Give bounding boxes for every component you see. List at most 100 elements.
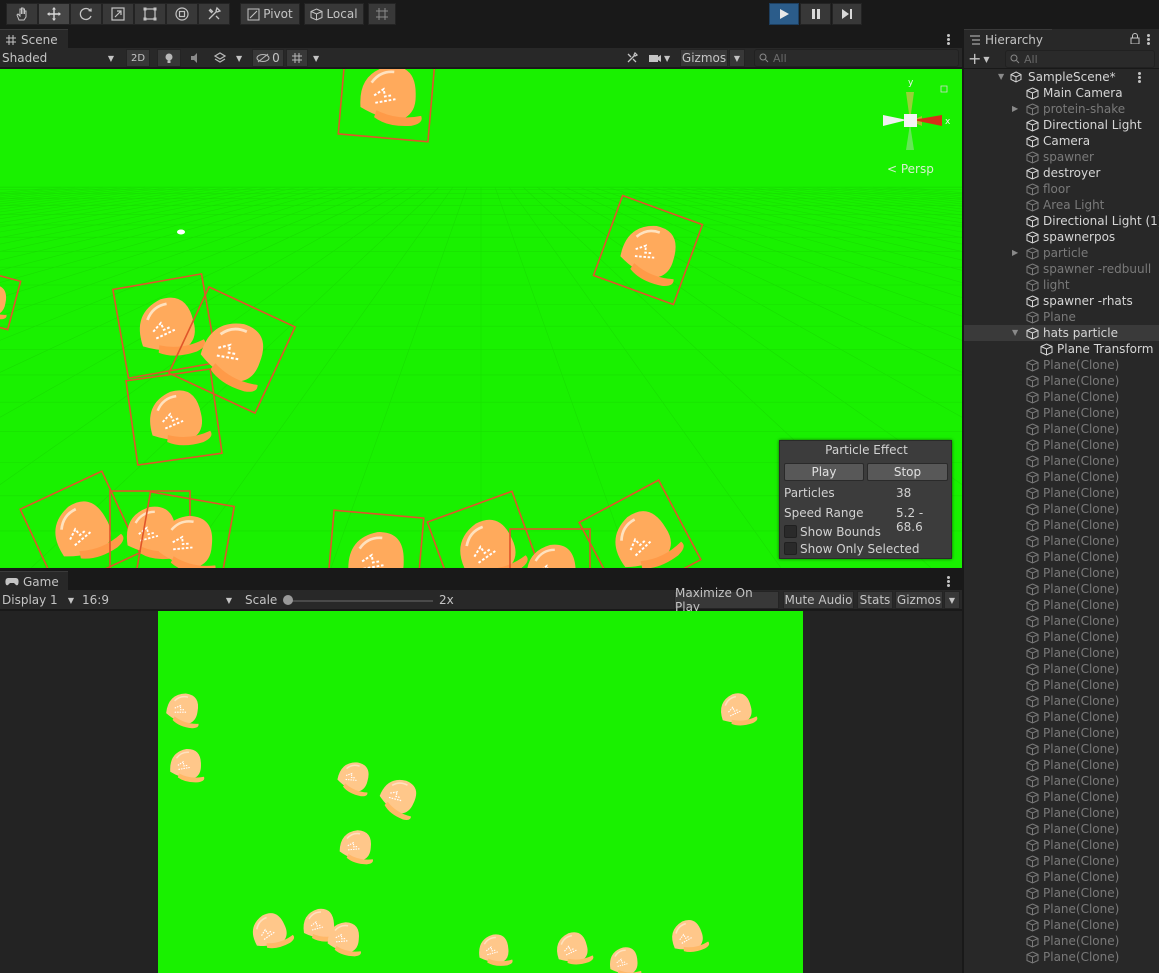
hierarchy-row[interactable]: Plane(Clone) bbox=[964, 949, 1159, 965]
hierarchy-row[interactable]: floor bbox=[964, 181, 1159, 197]
hierarchy-row[interactable]: Plane(Clone) bbox=[964, 821, 1159, 837]
hierarchy-row[interactable]: Plane(Clone) bbox=[964, 853, 1159, 869]
hierarchy-row[interactable]: Plane(Clone) bbox=[964, 405, 1159, 421]
hierarchy-row[interactable]: Plane(Clone) bbox=[964, 741, 1159, 757]
tab-scene[interactable]: Scene bbox=[0, 29, 68, 49]
collapsed-arrow-icon[interactable]: ▶ bbox=[1012, 104, 1018, 113]
effects-toggle[interactable] bbox=[209, 49, 231, 67]
camera-dropdown[interactable]: ▼ bbox=[648, 49, 678, 67]
hierarchy-search-input[interactable]: All bbox=[1005, 50, 1155, 68]
hierarchy-row[interactable]: Plane(Clone) bbox=[964, 933, 1159, 949]
hierarchy-row[interactable]: Plane(Clone) bbox=[964, 565, 1159, 581]
hierarchy-row[interactable]: Plane bbox=[964, 309, 1159, 325]
mode-2d-toggle[interactable]: 2D bbox=[126, 49, 150, 67]
hierarchy-row[interactable]: Plane(Clone) bbox=[964, 693, 1159, 709]
hierarchy-row[interactable]: ▼ hats particle bbox=[964, 325, 1159, 341]
scene-root-row[interactable]: ▼ SampleScene* bbox=[964, 69, 1159, 85]
particle-stop-button[interactable]: Stop bbox=[867, 463, 948, 481]
maximize-on-play-toggle[interactable]: Maximize On Play bbox=[674, 586, 779, 614]
pause-button[interactable] bbox=[800, 3, 831, 25]
collapsed-arrow-icon[interactable]: ▶ bbox=[1012, 248, 1018, 257]
move-tool-button[interactable] bbox=[38, 3, 70, 25]
hierarchy-row[interactable]: Camera bbox=[964, 133, 1159, 149]
hierarchy-row[interactable]: Plane(Clone) bbox=[964, 805, 1159, 821]
hierarchy-row[interactable]: Plane(Clone) bbox=[964, 597, 1159, 613]
hierarchy-row[interactable]: Plane(Clone) bbox=[964, 901, 1159, 917]
rotate-tool-button[interactable] bbox=[70, 3, 102, 25]
hierarchy-row[interactable]: Plane(Clone) bbox=[964, 725, 1159, 741]
grid-toggle[interactable] bbox=[286, 49, 308, 67]
hierarchy-row[interactable]: Plane(Clone) bbox=[964, 645, 1159, 661]
hierarchy-row[interactable]: Plane(Clone) bbox=[964, 469, 1159, 485]
scale-tool-button[interactable] bbox=[102, 3, 134, 25]
scene-visibility-toggle[interactable]: 0 bbox=[252, 49, 284, 67]
hierarchy-row[interactable]: Area Light bbox=[964, 197, 1159, 213]
hierarchy-row[interactable]: spawner bbox=[964, 149, 1159, 165]
shading-mode-dropdown[interactable]: Shaded ▼ bbox=[2, 49, 118, 67]
game-viewport[interactable] bbox=[158, 611, 803, 973]
hierarchy-row[interactable]: ▶ protein-shake bbox=[964, 101, 1159, 117]
hierarchy-row[interactable]: Plane(Clone) bbox=[964, 789, 1159, 805]
particle-play-button[interactable]: Play bbox=[784, 463, 864, 481]
tab-hierarchy[interactable]: Hierarchy bbox=[964, 29, 1052, 49]
show-bounds-checkbox[interactable] bbox=[784, 525, 797, 538]
tab-game[interactable]: Game bbox=[0, 571, 68, 591]
scene-search-input[interactable]: All bbox=[754, 49, 959, 67]
aspect-dropdown[interactable]: 16:9 ▼ bbox=[82, 591, 235, 609]
effects-dropdown-icon[interactable]: ▼ bbox=[236, 49, 242, 67]
hierarchy-row[interactable]: ▶ particle bbox=[964, 245, 1159, 261]
hierarchy-row[interactable]: Plane(Clone) bbox=[964, 757, 1159, 773]
scale-slider-track[interactable] bbox=[287, 600, 433, 602]
hierarchy-row[interactable]: spawnerpos bbox=[964, 229, 1159, 245]
game-menu-icon[interactable] bbox=[947, 576, 950, 587]
mute-audio-toggle[interactable]: Mute Audio bbox=[783, 591, 854, 609]
tools-button[interactable] bbox=[622, 49, 642, 67]
hierarchy-row[interactable]: Plane(Clone) bbox=[964, 661, 1159, 677]
hierarchy-row[interactable]: Plane(Clone) bbox=[964, 917, 1159, 933]
transform-tool-button[interactable] bbox=[166, 3, 198, 25]
hierarchy-row[interactable]: destroyer bbox=[964, 165, 1159, 181]
scene-viewport[interactable]: y x < Persp Particle Effect Play Stop Pa… bbox=[0, 69, 962, 568]
pivot-toggle[interactable]: Pivot bbox=[240, 3, 300, 25]
hierarchy-row[interactable]: Plane(Clone) bbox=[964, 549, 1159, 565]
scene-gizmos-dropdown[interactable]: ▼ bbox=[729, 49, 745, 67]
hierarchy-row[interactable]: Plane(Clone) bbox=[964, 501, 1159, 517]
hierarchy-row[interactable]: spawner -redbuull bbox=[964, 261, 1159, 277]
grid-dropdown-icon[interactable]: ▼ bbox=[313, 49, 319, 67]
hierarchy-row[interactable]: Plane(Clone) bbox=[964, 533, 1159, 549]
scene-gizmos-button[interactable]: Gizmos bbox=[680, 49, 728, 67]
game-gizmos-button[interactable]: Gizmos bbox=[895, 591, 943, 609]
hierarchy-row[interactable]: Plane(Clone) bbox=[964, 629, 1159, 645]
play-button[interactable] bbox=[769, 3, 799, 25]
lock-icon[interactable] bbox=[1130, 33, 1140, 44]
hierarchy-row[interactable]: Plane(Clone) bbox=[964, 885, 1159, 901]
stats-toggle[interactable]: Stats bbox=[857, 591, 893, 609]
hierarchy-row[interactable]: Plane(Clone) bbox=[964, 613, 1159, 629]
hierarchy-row[interactable]: spawner -rhats bbox=[964, 293, 1159, 309]
custom-tool-button[interactable] bbox=[198, 3, 230, 25]
hierarchy-row[interactable]: Directional Light bbox=[964, 117, 1159, 133]
hierarchy-row[interactable]: Plane(Clone) bbox=[964, 453, 1159, 469]
hierarchy-menu-icon[interactable] bbox=[1147, 34, 1150, 45]
hierarchy-row[interactable]: Plane(Clone) bbox=[964, 421, 1159, 437]
hierarchy-row[interactable]: Plane Transform bbox=[964, 341, 1159, 357]
step-button[interactable] bbox=[832, 3, 862, 25]
audio-toggle[interactable] bbox=[185, 49, 207, 67]
hierarchy-row[interactable]: Plane(Clone) bbox=[964, 357, 1159, 373]
hierarchy-row[interactable]: Plane(Clone) bbox=[964, 389, 1159, 405]
hierarchy-row[interactable]: Directional Light (1) bbox=[964, 213, 1159, 229]
lighting-toggle[interactable] bbox=[157, 49, 181, 67]
hierarchy-row[interactable]: Plane(Clone) bbox=[964, 773, 1159, 789]
hand-tool-button[interactable] bbox=[6, 3, 38, 25]
scene-expand-icon[interactable]: ▼ bbox=[998, 72, 1004, 81]
expanded-arrow-icon[interactable]: ▼ bbox=[1012, 328, 1018, 337]
hierarchy-row[interactable]: Plane(Clone) bbox=[964, 485, 1159, 501]
projection-label[interactable]: < Persp bbox=[887, 162, 934, 176]
game-gizmos-dropdown[interactable]: ▼ bbox=[944, 591, 960, 609]
rect-tool-button[interactable] bbox=[134, 3, 166, 25]
hierarchy-row[interactable]: Plane(Clone) bbox=[964, 709, 1159, 725]
hierarchy-row[interactable]: Main Camera bbox=[964, 85, 1159, 101]
create-dropdown[interactable]: + ▼ bbox=[968, 50, 990, 68]
scale-slider-handle[interactable] bbox=[283, 595, 293, 605]
hierarchy-row[interactable]: light bbox=[964, 277, 1159, 293]
